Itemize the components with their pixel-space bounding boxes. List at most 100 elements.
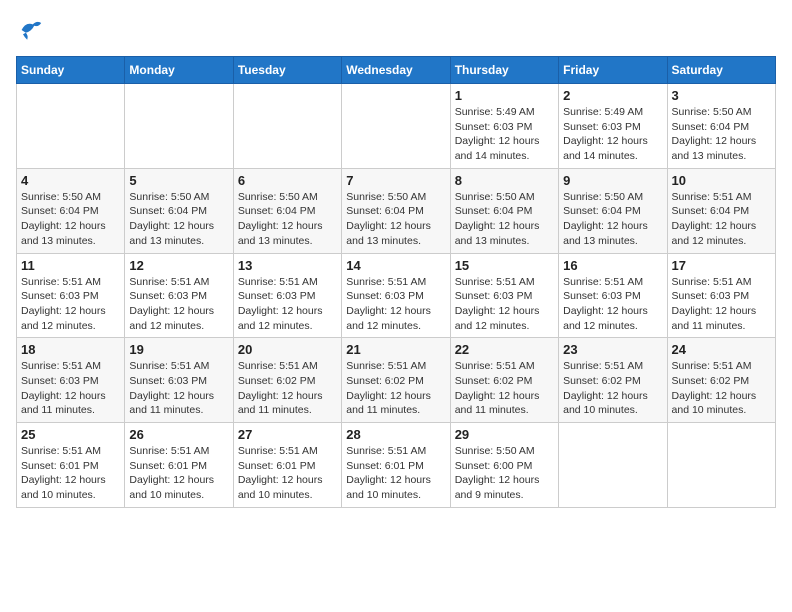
day-info: Sunrise: 5:50 AMSunset: 6:04 PMDaylight:… — [238, 190, 337, 249]
logo — [16, 16, 48, 44]
weekday-header-wednesday: Wednesday — [342, 57, 450, 84]
day-number: 29 — [455, 427, 554, 442]
calendar-cell: 9 Sunrise: 5:50 AMSunset: 6:04 PMDaylight… — [559, 168, 667, 253]
calendar-week-5: 25 Sunrise: 5:51 AMSunset: 6:01 PMDayligh… — [17, 423, 776, 508]
calendar-cell: 29 Sunrise: 5:50 AMSunset: 6:00 PMDayligh… — [450, 423, 558, 508]
calendar-cell: 13 Sunrise: 5:51 AMSunset: 6:03 PMDayligh… — [233, 253, 341, 338]
calendar-cell — [233, 84, 341, 169]
calendar-cell: 12 Sunrise: 5:51 AMSunset: 6:03 PMDayligh… — [125, 253, 233, 338]
day-info: Sunrise: 5:51 AMSunset: 6:03 PMDaylight:… — [21, 359, 120, 418]
calendar-cell: 26Sunrise: 5:51 AMSunset: 6:01 PMDayligh… — [125, 423, 233, 508]
day-info: Sunrise: 5:51 AMSunset: 6:02 PMDaylight:… — [563, 359, 662, 418]
calendar-cell: 28 Sunrise: 5:51 AMSunset: 6:01 PMDayligh… — [342, 423, 450, 508]
calendar-cell: 20 Sunrise: 5:51 AMSunset: 6:02 PMDayligh… — [233, 338, 341, 423]
calendar-cell: 25 Sunrise: 5:51 AMSunset: 6:01 PMDayligh… — [17, 423, 125, 508]
calendar-header: SundayMondayTuesdayWednesdayThursdayFrid… — [17, 57, 776, 84]
day-info: Sunrise: 5:51 AMSunset: 6:01 PMDaylight:… — [129, 444, 228, 503]
calendar-cell: 2 Sunrise: 5:49 AMSunset: 6:03 PMDaylight… — [559, 84, 667, 169]
day-number: 19 — [129, 342, 228, 357]
calendar-body: 1 Sunrise: 5:49 AMSunset: 6:03 PMDaylight… — [17, 84, 776, 508]
day-number: 6 — [238, 173, 337, 188]
day-number: 9 — [563, 173, 662, 188]
day-number: 7 — [346, 173, 445, 188]
day-number: 11 — [21, 258, 120, 273]
day-info: Sunrise: 5:49 AMSunset: 6:03 PMDaylight:… — [563, 105, 662, 164]
day-number: 3 — [672, 88, 771, 103]
day-number: 4 — [21, 173, 120, 188]
day-number: 24 — [672, 342, 771, 357]
calendar-cell — [559, 423, 667, 508]
weekday-header-sunday: Sunday — [17, 57, 125, 84]
day-info: Sunrise: 5:50 AMSunset: 6:04 PMDaylight:… — [563, 190, 662, 249]
calendar-cell: 15 Sunrise: 5:51 AMSunset: 6:03 PMDayligh… — [450, 253, 558, 338]
day-number: 25 — [21, 427, 120, 442]
day-number: 21 — [346, 342, 445, 357]
calendar-cell: 5 Sunrise: 5:50 AMSunset: 6:04 PMDaylight… — [125, 168, 233, 253]
day-info: Sunrise: 5:51 AMSunset: 6:02 PMDaylight:… — [672, 359, 771, 418]
day-info: Sunrise: 5:51 AMSunset: 6:01 PMDaylight:… — [346, 444, 445, 503]
day-number: 12 — [129, 258, 228, 273]
day-info: Sunrise: 5:50 AMSunset: 6:04 PMDaylight:… — [21, 190, 120, 249]
day-info: Sunrise: 5:51 AMSunset: 6:04 PMDaylight:… — [672, 190, 771, 249]
day-number: 2 — [563, 88, 662, 103]
calendar-cell — [342, 84, 450, 169]
calendar-cell: 14Sunrise: 5:51 AMSunset: 6:03 PMDayligh… — [342, 253, 450, 338]
day-number: 20 — [238, 342, 337, 357]
logo-bird-icon — [16, 16, 44, 44]
calendar-cell: 27 Sunrise: 5:51 AMSunset: 6:01 PMDayligh… — [233, 423, 341, 508]
day-info: Sunrise: 5:51 AMSunset: 6:02 PMDaylight:… — [346, 359, 445, 418]
weekday-header-friday: Friday — [559, 57, 667, 84]
day-info: Sunrise: 5:51 AMSunset: 6:01 PMDaylight:… — [238, 444, 337, 503]
calendar-week-2: 4 Sunrise: 5:50 AMSunset: 6:04 PMDaylight… — [17, 168, 776, 253]
day-number: 15 — [455, 258, 554, 273]
calendar-cell: 17 Sunrise: 5:51 AMSunset: 6:03 PMDayligh… — [667, 253, 775, 338]
day-info: Sunrise: 5:51 AMSunset: 6:01 PMDaylight:… — [21, 444, 120, 503]
calendar-cell: 1 Sunrise: 5:49 AMSunset: 6:03 PMDaylight… — [450, 84, 558, 169]
day-number: 23 — [563, 342, 662, 357]
day-number: 13 — [238, 258, 337, 273]
day-number: 22 — [455, 342, 554, 357]
weekday-header-monday: Monday — [125, 57, 233, 84]
calendar-cell: 24 Sunrise: 5:51 AMSunset: 6:02 PMDayligh… — [667, 338, 775, 423]
day-number: 16 — [563, 258, 662, 273]
calendar-week-4: 18Sunrise: 5:51 AMSunset: 6:03 PMDayligh… — [17, 338, 776, 423]
weekday-header-row: SundayMondayTuesdayWednesdayThursdayFrid… — [17, 57, 776, 84]
calendar-cell — [125, 84, 233, 169]
page-header — [16, 16, 776, 44]
calendar-cell — [17, 84, 125, 169]
day-number: 5 — [129, 173, 228, 188]
day-info: Sunrise: 5:51 AMSunset: 6:03 PMDaylight:… — [21, 275, 120, 334]
calendar-cell: 16 Sunrise: 5:51 AMSunset: 6:03 PMDayligh… — [559, 253, 667, 338]
day-info: Sunrise: 5:51 AMSunset: 6:03 PMDaylight:… — [129, 359, 228, 418]
calendar-cell: 19 Sunrise: 5:51 AMSunset: 6:03 PMDayligh… — [125, 338, 233, 423]
calendar-cell: 22 Sunrise: 5:51 AMSunset: 6:02 PMDayligh… — [450, 338, 558, 423]
day-number: 10 — [672, 173, 771, 188]
day-info: Sunrise: 5:51 AMSunset: 6:03 PMDaylight:… — [563, 275, 662, 334]
weekday-header-tuesday: Tuesday — [233, 57, 341, 84]
day-info: Sunrise: 5:51 AMSunset: 6:03 PMDaylight:… — [129, 275, 228, 334]
day-info: Sunrise: 5:51 AMSunset: 6:02 PMDaylight:… — [238, 359, 337, 418]
day-info: Sunrise: 5:50 AMSunset: 6:04 PMDaylight:… — [346, 190, 445, 249]
day-info: Sunrise: 5:51 AMSunset: 6:03 PMDaylight:… — [455, 275, 554, 334]
day-info: Sunrise: 5:49 AMSunset: 6:03 PMDaylight:… — [455, 105, 554, 164]
day-info: Sunrise: 5:51 AMSunset: 6:03 PMDaylight:… — [672, 275, 771, 334]
calendar-cell: 3 Sunrise: 5:50 AMSunset: 6:04 PMDaylight… — [667, 84, 775, 169]
day-info: Sunrise: 5:50 AMSunset: 6:04 PMDaylight:… — [455, 190, 554, 249]
day-number: 1 — [455, 88, 554, 103]
day-info: Sunrise: 5:51 AMSunset: 6:03 PMDaylight:… — [238, 275, 337, 334]
day-number: 28 — [346, 427, 445, 442]
calendar-cell: 7 Sunrise: 5:50 AMSunset: 6:04 PMDaylight… — [342, 168, 450, 253]
calendar-table: SundayMondayTuesdayWednesdayThursdayFrid… — [16, 56, 776, 508]
day-info: Sunrise: 5:50 AMSunset: 6:04 PMDaylight:… — [129, 190, 228, 249]
day-number: 8 — [455, 173, 554, 188]
calendar-week-1: 1 Sunrise: 5:49 AMSunset: 6:03 PMDaylight… — [17, 84, 776, 169]
calendar-cell: 11 Sunrise: 5:51 AMSunset: 6:03 PMDayligh… — [17, 253, 125, 338]
weekday-header-thursday: Thursday — [450, 57, 558, 84]
calendar-cell: 23 Sunrise: 5:51 AMSunset: 6:02 PMDayligh… — [559, 338, 667, 423]
calendar-cell: 18Sunrise: 5:51 AMSunset: 6:03 PMDayligh… — [17, 338, 125, 423]
day-number: 27 — [238, 427, 337, 442]
day-number: 17 — [672, 258, 771, 273]
day-info: Sunrise: 5:51 AMSunset: 6:02 PMDaylight:… — [455, 359, 554, 418]
day-info: Sunrise: 5:50 AMSunset: 6:00 PMDaylight:… — [455, 444, 554, 503]
day-info: Sunrise: 5:50 AMSunset: 6:04 PMDaylight:… — [672, 105, 771, 164]
